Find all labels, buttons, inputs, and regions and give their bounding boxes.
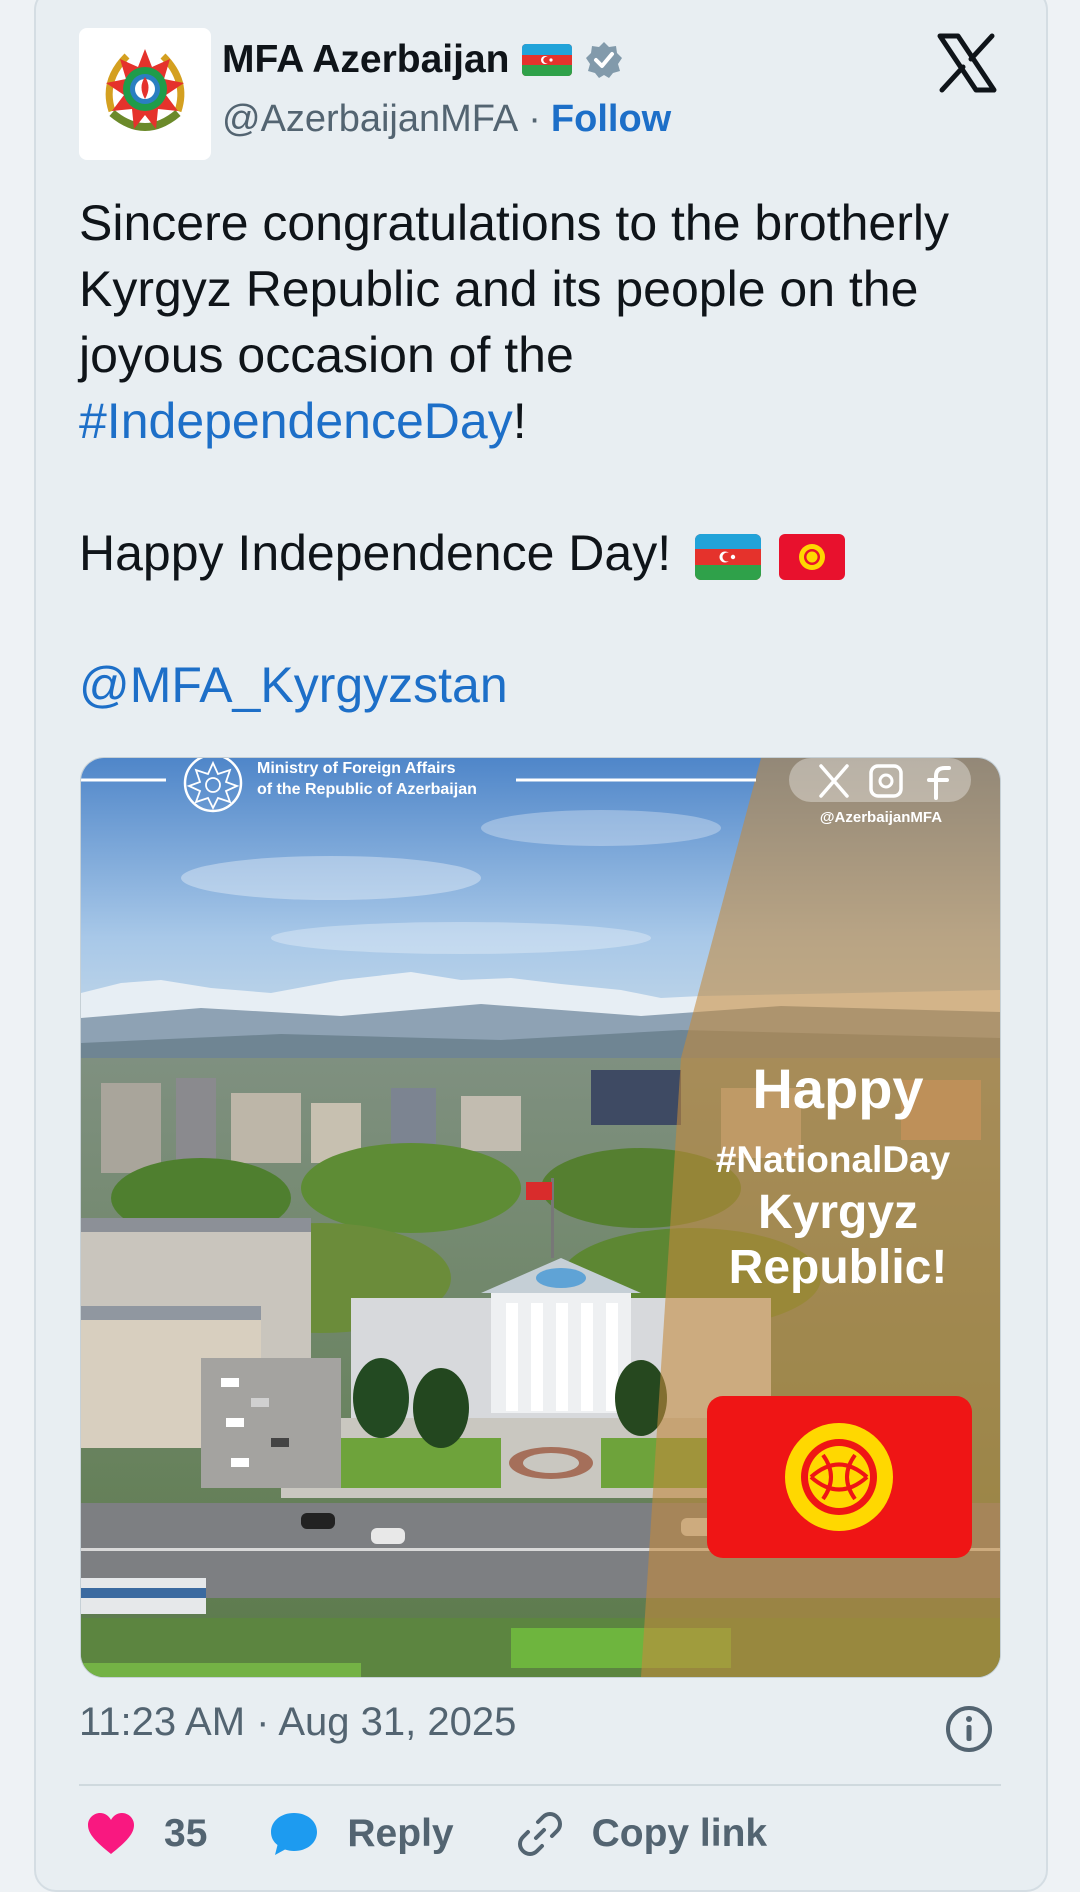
tweet-actions: 35 Reply Copy link: [86, 1810, 829, 1858]
copy-link-label: Copy link: [591, 1812, 768, 1855]
account-name[interactable]: MFA Azerbaijan: [222, 38, 510, 82]
ministry-name-line2: of the Republic of Azerbaijan: [257, 781, 477, 798]
overlay-handle: @AzerbaijanMFA: [820, 809, 942, 826]
follow-button[interactable]: Follow: [551, 98, 671, 141]
separator-dot: ·: [528, 98, 541, 140]
reply-button[interactable]: Reply: [269, 1811, 454, 1857]
azerbaijan-flag-icon: [521, 44, 572, 76]
greeting-hashtag: #NationalDay: [716, 1139, 951, 1180]
copy-link-button[interactable]: Copy link: [516, 1810, 768, 1858]
account-name-row: MFA Azerbaijan: [222, 38, 624, 82]
tweet-paragraph-1: Sincere congratulations to the brotherly…: [79, 190, 1009, 454]
ministry-name-line1: Ministry of Foreign Affairs: [257, 760, 456, 777]
info-icon[interactable]: [944, 1704, 994, 1754]
reply-label: Reply: [347, 1812, 454, 1855]
tweet-text: Sincere congratulations to the brotherly…: [79, 190, 1009, 718]
kyrgyzstan-flag-graphic: [707, 1396, 972, 1558]
greeting-country-line2: Republic!: [729, 1241, 948, 1294]
link-icon: [517, 1812, 562, 1856]
x-logo-icon[interactable]: [936, 32, 998, 94]
reply-bubble-icon: [271, 1813, 318, 1855]
likes-count: 35: [164, 1812, 208, 1855]
like-button[interactable]: 35: [86, 1812, 207, 1856]
mention-link[interactable]: @MFA_Kyrgyzstan: [79, 657, 508, 713]
avatar[interactable]: [79, 28, 211, 160]
tweet-paragraph-3: @MFA_Kyrgyzstan: [79, 652, 1009, 718]
divider: [79, 1784, 1001, 1786]
heart-icon: [88, 1813, 134, 1854]
tweet-body: Sincere congratulations to the brotherly…: [79, 195, 949, 383]
tweet-greeting: Happy Independence Day!: [79, 525, 672, 581]
kyrgyzstan-flag-icon: [778, 533, 845, 580]
greeting-happy: Happy: [752, 1057, 923, 1120]
azerbaijan-flag-icon: [695, 533, 761, 580]
azerbaijan-emblem-icon: [105, 49, 185, 131]
kyrgyz-national-day-image: Ministry of Foreign Affairs of the Repub…: [81, 758, 1000, 1677]
handle-row: @AzerbaijanMFA · Follow: [222, 98, 671, 141]
tweet-media-image[interactable]: Ministry of Foreign Affairs of the Repub…: [80, 757, 1001, 1678]
verified-badge-icon: [585, 42, 622, 78]
tweet-exclaim: !: [512, 393, 527, 449]
tweet-paragraph-2: Happy Independence Day!: [79, 520, 1009, 586]
tweet-timestamp[interactable]: 11:23 AM · Aug 31, 2025: [79, 1700, 516, 1745]
greeting-country-line1: Kyrgyz: [758, 1186, 918, 1239]
hashtag-link[interactable]: #IndependenceDay: [79, 393, 513, 449]
account-handle[interactable]: @AzerbaijanMFA: [222, 98, 518, 141]
